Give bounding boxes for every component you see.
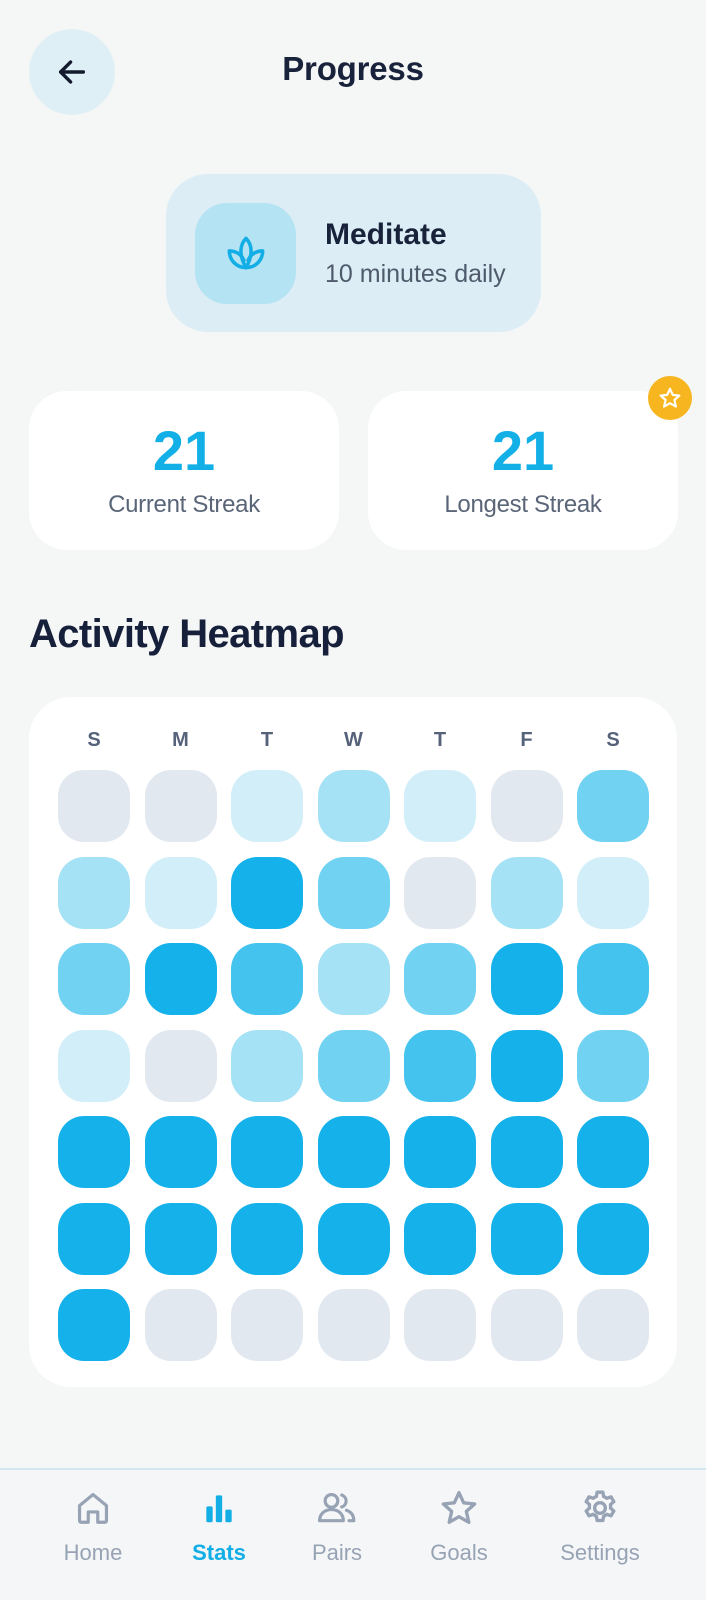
star-icon xyxy=(441,1490,477,1525)
heatmap-cell[interactable] xyxy=(577,1116,649,1188)
heatmap-cell[interactable] xyxy=(490,943,563,1015)
heatmap-cell[interactable] xyxy=(58,943,130,1015)
habit-card: Meditate 10 minutes daily xyxy=(166,174,541,332)
nav-settings-label: Settings xyxy=(560,1540,640,1565)
heatmap-cell[interactable] xyxy=(58,1289,130,1361)
heatmap-cell[interactable] xyxy=(317,856,390,929)
heatmap-cell[interactable] xyxy=(317,1116,390,1188)
longest-streak-label: Longest Streak xyxy=(444,490,602,518)
heatmap-cell[interactable] xyxy=(490,1202,563,1275)
heatmap-cell[interactable] xyxy=(404,1116,476,1188)
heatmap-cell[interactable] xyxy=(231,1116,303,1188)
users-icon xyxy=(318,1492,356,1523)
habit-description: 10 minutes daily xyxy=(325,259,506,288)
nav-goals[interactable]: Goals xyxy=(399,1488,519,1566)
lotus-icon xyxy=(227,236,264,270)
nav-pairs-label: Pairs xyxy=(311,1540,363,1565)
heatmap-cell[interactable] xyxy=(58,1029,130,1102)
heatmap-cell[interactable] xyxy=(144,770,217,842)
heatmap-cell[interactable] xyxy=(231,1202,303,1275)
heatmap-cell[interactable] xyxy=(231,770,303,842)
current-streak-card: 21 Current Streak xyxy=(29,391,339,550)
day-label: T xyxy=(433,729,447,751)
heatmap-cell[interactable] xyxy=(58,1202,130,1275)
heatmap-cell[interactable] xyxy=(58,1116,130,1188)
day-label: W xyxy=(344,729,363,751)
nav-home[interactable]: Home xyxy=(33,1488,153,1566)
current-streak-value: 21 xyxy=(152,418,216,482)
nav-pairs[interactable]: Pairs xyxy=(277,1488,397,1566)
heatmap-cell[interactable] xyxy=(231,1289,303,1361)
longest-streak-value: 21 xyxy=(491,418,555,482)
heatmap-cell[interactable] xyxy=(144,1289,217,1361)
heatmap-cell[interactable] xyxy=(404,1029,476,1102)
page-title: Progress xyxy=(282,50,424,87)
heatmap-cell[interactable] xyxy=(317,1289,390,1361)
heatmap-cell[interactable] xyxy=(231,856,303,929)
nav-settings[interactable]: Settings xyxy=(540,1488,660,1566)
nav-stats-label: Stats xyxy=(192,1540,246,1565)
habit-name: Meditate xyxy=(325,217,447,251)
heatmap-cell[interactable] xyxy=(317,1029,390,1102)
nav-home-label: Home xyxy=(63,1540,123,1565)
day-label: F xyxy=(520,729,533,751)
star-icon xyxy=(659,387,681,408)
home-icon xyxy=(77,1492,109,1524)
heatmap-cell[interactable] xyxy=(144,1202,217,1275)
heatmap-cell[interactable] xyxy=(404,1202,476,1275)
day-label: M xyxy=(172,729,189,751)
heatmap-cell[interactable] xyxy=(231,943,303,1015)
heatmap-cell[interactable] xyxy=(144,1029,217,1102)
heatmap-cell[interactable] xyxy=(58,856,130,929)
heatmap-cell[interactable] xyxy=(577,770,649,842)
heatmap-cell[interactable] xyxy=(144,1116,217,1188)
heatmap-cell[interactable] xyxy=(404,856,476,929)
heatmap-cell[interactable] xyxy=(58,770,130,842)
section-title: Activity Heatmap xyxy=(29,612,345,656)
gear-icon xyxy=(584,1490,616,1523)
bottom-nav: Home Stats Pairs Goals Settings xyxy=(0,1468,706,1600)
heatmap-cell[interactable] xyxy=(144,856,217,929)
heatmap-cell[interactable] xyxy=(317,770,390,842)
habit-text: Meditate 10 minutes daily xyxy=(325,218,506,289)
heatmap-cell[interactable] xyxy=(577,1202,649,1275)
heatmap-cell[interactable] xyxy=(577,856,649,929)
heatmap-cell[interactable] xyxy=(577,1289,649,1361)
day-label: T xyxy=(260,729,274,751)
nav-goals-label: Goals xyxy=(430,1540,488,1565)
heatmap-cell[interactable] xyxy=(404,770,476,842)
record-badge xyxy=(648,376,692,420)
heatmap-cell[interactable] xyxy=(490,1029,563,1102)
nav-stats[interactable]: Stats xyxy=(159,1488,279,1566)
day-label: S xyxy=(87,729,101,751)
day-label: S xyxy=(606,729,620,751)
heatmap-cell[interactable] xyxy=(490,770,563,842)
heatmap-cell[interactable] xyxy=(317,1202,390,1275)
bar-chart-icon xyxy=(206,1495,232,1523)
habit-icon-tile xyxy=(195,202,296,304)
heatmap-cell[interactable] xyxy=(144,943,217,1015)
heatmap-cell[interactable] xyxy=(404,1289,476,1361)
heatmap-cell[interactable] xyxy=(317,943,390,1015)
longest-streak-card: 21 Longest Streak xyxy=(368,391,678,550)
heatmap-cell[interactable] xyxy=(490,1289,563,1361)
progress-screen: Progress Meditate 10 minutes daily 21 Cu… xyxy=(0,0,706,1600)
heatmap-cell[interactable] xyxy=(490,856,563,929)
heatmap-cell[interactable] xyxy=(404,943,476,1015)
current-streak-label: Current Streak xyxy=(108,490,260,518)
heatmap-cell[interactable] xyxy=(577,943,649,1015)
heatmap-cell[interactable] xyxy=(490,1116,563,1188)
heatmap-cell[interactable] xyxy=(577,1029,649,1102)
heatmap-cell[interactable] xyxy=(231,1029,303,1102)
